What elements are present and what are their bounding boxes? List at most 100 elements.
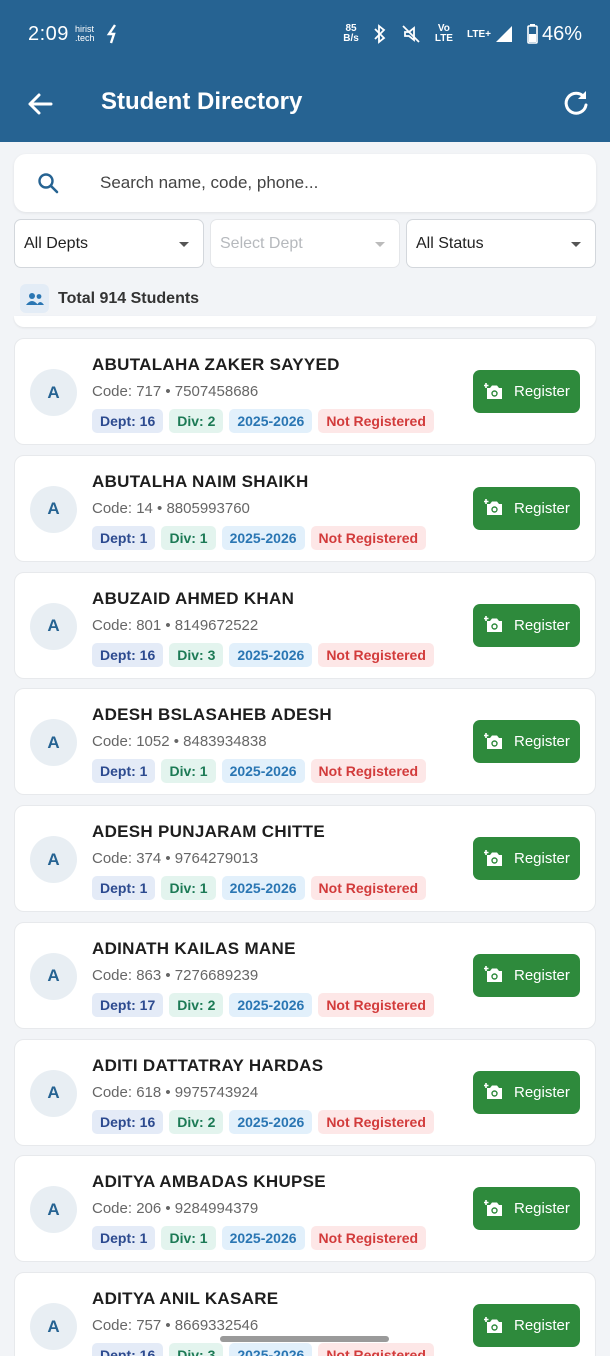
camera-add-icon — [484, 849, 502, 866]
select-dept-dropdown[interactable]: Select Dept — [210, 219, 400, 268]
dept-badge: Dept: 1 — [92, 1226, 156, 1251]
student-tags: Dept: 1 Div: 1 2025-2026 Not Registered — [92, 876, 427, 900]
student-tags: Dept: 16 Div: 2 2025-2026 Not Registered — [92, 409, 434, 433]
dept-badge: Dept: 1 — [92, 525, 156, 550]
student-card[interactable]: A ADITYA ANIL KASARE Code: 757 • 866933254… — [14, 1272, 596, 1356]
dept-badge: Dept: 16 — [92, 1343, 164, 1356]
student-name: ABUTALHA NAIM SHAIKH — [92, 471, 309, 491]
page-title: Student Directory — [101, 88, 303, 115]
camera-add-icon — [484, 499, 502, 516]
register-button-label: Register — [514, 616, 570, 634]
register-button[interactable]: Register — [473, 370, 580, 413]
dept-badge: Dept: 1 — [92, 759, 156, 784]
previous-card-edge — [14, 316, 596, 327]
status-badge: Not Registered — [318, 1343, 434, 1356]
status-badge: Not Registered — [318, 642, 434, 667]
student-name: ABUTALAHA ZAKER SAYYED — [92, 355, 340, 374]
avatar: A — [30, 952, 77, 1000]
student-name: ADINATH KAILAS MANE — [92, 938, 296, 958]
camera-add-icon — [484, 732, 502, 749]
avatar: A — [30, 602, 77, 650]
avatar: A — [30, 485, 77, 533]
student-code-phone: Code: 863 • 7276689239 — [92, 966, 259, 984]
student-tags: Dept: 16 Div: 3 2025-2026 Not Registered — [92, 1343, 434, 1356]
student-card[interactable]: A ADITI DATTATRAY HARDAS Code: 618 • 99757… — [14, 1038, 596, 1146]
dept-filter-dropdown[interactable]: All Depts — [14, 219, 204, 268]
status-badge: Not Registered — [310, 759, 427, 784]
register-button[interactable]: Register — [473, 1304, 580, 1347]
total-students-label: Total 914 Students — [58, 289, 200, 307]
dept-badge: Dept: 16 — [92, 409, 164, 433]
student-tags: Dept: 1 Div: 1 2025-2026 Not Registered — [92, 759, 427, 784]
student-card[interactable]: A ADESH PUNJARAM CHITTE Code: 374 • 976427… — [14, 805, 596, 912]
register-button-label: Register — [514, 850, 570, 867]
student-name: ABUZAID AHMED KHAN — [92, 588, 295, 608]
app-bar: 2:09 hirist .tech 85 B/s Vo LTE LTE+ 46% — [0, 0, 610, 142]
avatar: A — [30, 1303, 77, 1350]
status-filter-dropdown[interactable]: All Status — [406, 219, 596, 268]
search-icon — [38, 173, 59, 194]
student-card[interactable]: A ADITYA AMBADAS KHUPSE Code: 206 • 928499… — [14, 1155, 596, 1263]
users-icon — [20, 284, 49, 313]
register-button[interactable]: Register — [473, 720, 580, 764]
year-badge: 2025-2026 — [221, 525, 305, 550]
network-speed: 85 B/s — [343, 23, 359, 44]
status-badge: Not Registered — [310, 525, 427, 550]
student-code-phone: Code: 757 • 8669332546 — [92, 1317, 259, 1334]
title-bar: Student Directory — [0, 68, 610, 142]
camera-add-icon — [484, 1316, 502, 1333]
status-badge: Not Registered — [310, 876, 427, 900]
student-name: ADITYA ANIL KASARE — [92, 1289, 279, 1308]
search-input[interactable] — [100, 166, 580, 200]
signal-icon — [495, 26, 512, 42]
register-button-label: Register — [514, 499, 570, 517]
student-code-phone: Code: 717 • 7507458686 — [92, 383, 259, 400]
status-filter-value: All Status — [416, 234, 484, 252]
student-code-phone: Code: 14 • 8805993760 — [92, 499, 250, 517]
year-badge: 2025-2026 — [229, 992, 313, 1017]
student-tags: Dept: 1 Div: 1 2025-2026 Not Registered — [92, 1226, 427, 1251]
student-name: ADITYA AMBADAS KHUPSE — [92, 1172, 326, 1192]
camera-add-icon — [484, 1083, 502, 1099]
home-gesture-handle[interactable] — [220, 1336, 389, 1342]
student-card[interactable]: A ABUTALHA NAIM SHAIKH Code: 14 • 88059937… — [14, 454, 596, 562]
register-button[interactable]: Register — [473, 603, 580, 647]
student-card[interactable]: A ABUTALAHA ZAKER SAYYED Code: 717 • 75074… — [14, 338, 596, 445]
student-tags: Dept: 17 Div: 2 2025-2026 Not Registered — [92, 992, 434, 1017]
avatar: A — [30, 836, 77, 883]
app-notification-icon — [107, 24, 117, 44]
div-badge: Div: 2 — [169, 1109, 224, 1134]
student-code-phone: Code: 801 • 8149672522 — [92, 616, 259, 634]
register-button[interactable]: Register — [473, 1070, 580, 1114]
div-badge: Div: 2 — [169, 409, 224, 433]
lte-label: LTE+ — [466, 28, 491, 40]
refresh-icon[interactable] — [561, 88, 591, 118]
avatar: A — [30, 1186, 77, 1234]
div-badge: Div: 1 — [161, 525, 216, 550]
year-badge: 2025-2026 — [221, 876, 305, 900]
register-button-label: Register — [514, 1083, 570, 1101]
dept-badge: Dept: 16 — [92, 642, 164, 667]
student-card[interactable]: A ADINATH KAILAS MANE Code: 863 • 72766892… — [14, 921, 596, 1029]
register-button[interactable]: Register — [473, 837, 580, 880]
div-badge: Div: 1 — [161, 876, 216, 900]
chevron-down-icon — [375, 242, 385, 247]
year-badge: 2025-2026 — [229, 1343, 313, 1356]
student-code-phone: Code: 1052 • 8483934838 — [92, 733, 267, 751]
bluetooth-icon — [374, 24, 386, 44]
register-button[interactable]: Register — [473, 1187, 580, 1231]
mute-icon — [402, 25, 420, 43]
status-badge: Not Registered — [318, 992, 434, 1017]
student-card[interactable]: A ABUZAID AHMED KHAN Code: 801 • 814967252… — [14, 571, 596, 679]
status-icons: 85 B/s Vo LTE LTE+ 46% — [343, 23, 582, 46]
register-button[interactable]: Register — [473, 486, 580, 530]
student-code-phone: Code: 618 • 9975743924 — [92, 1083, 259, 1101]
register-button[interactable]: Register — [473, 953, 580, 997]
dept-badge: Dept: 1 — [92, 876, 156, 900]
div-badge: Div: 3 — [169, 1343, 224, 1356]
status-bar: 2:09 hirist .tech 85 B/s Vo LTE LTE+ 46% — [0, 0, 610, 68]
back-arrow-icon[interactable] — [24, 88, 56, 120]
student-name: ADITI DATTATRAY HARDAS — [92, 1055, 324, 1075]
battery-indicator: 46% — [527, 23, 582, 46]
student-card[interactable]: A ADESH BSLASAHEB ADESH Code: 1052 • 84839… — [14, 688, 596, 796]
